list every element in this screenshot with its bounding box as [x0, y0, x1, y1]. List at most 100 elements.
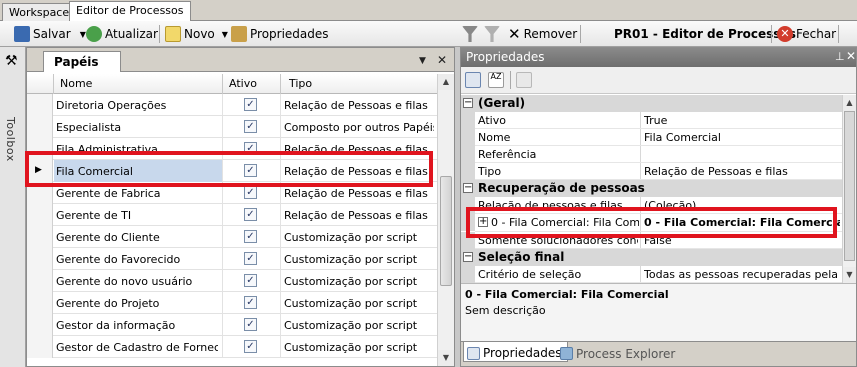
property-value[interactable]: Todas as pessoas recuperadas pela regra — [644, 268, 840, 281]
dropdown-arrow-icon[interactable]: ▼ — [222, 30, 228, 39]
close-button[interactable]: ✕ Fechar — [777, 25, 836, 43]
papeis-tabbar: Papéis ▼ ✕ — [27, 48, 454, 72]
property-value[interactable]: Fila Comercial — [644, 131, 840, 144]
ativo-checkbox[interactable]: ✓ — [244, 274, 257, 287]
ativo-checkbox[interactable]: ✓ — [244, 340, 257, 353]
ativo-checkbox[interactable]: ✓ — [244, 186, 257, 199]
scroll-thumb[interactable] — [440, 176, 452, 286]
ativo-checkbox[interactable]: ✓ — [244, 230, 257, 243]
cell-nome: Gerente do novo usuário — [56, 275, 193, 288]
cell-tipo: Relação de Pessoas e filas — [284, 99, 428, 112]
description-text: Sem descrição — [465, 304, 546, 317]
cell-tipo: Customização por script — [284, 319, 418, 332]
ativo-checkbox[interactable]: ✓ — [244, 296, 257, 309]
row-selector[interactable] — [27, 270, 53, 292]
highlight-box-property-item — [466, 207, 837, 238]
new-button[interactable]: Novo ▼ — [165, 25, 228, 43]
property-row[interactable]: Nome Fila Comercial — [461, 129, 842, 146]
cell-nome: Gerente do Cliente — [56, 231, 160, 244]
table-row[interactable]: Gerente do Projeto ✓ Customização por sc… — [27, 292, 437, 314]
toolbox-icon: ⚒ — [5, 53, 18, 69]
category-recuperacao[interactable]: − Recuperação de pessoas — [461, 180, 842, 197]
collapse-icon[interactable]: − — [463, 252, 473, 262]
close-label: Fechar — [796, 27, 837, 41]
table-row[interactable]: Gerente do Cliente ✓ Customização por sc… — [27, 226, 437, 248]
tab-workspace[interactable]: Workspace — [2, 3, 77, 21]
ativo-checkbox[interactable]: ✓ — [244, 208, 257, 221]
scroll-down-icon[interactable]: ▼ — [843, 267, 856, 283]
property-row[interactable]: Ativo True — [461, 112, 842, 129]
row-selector[interactable] — [27, 336, 53, 358]
property-value[interactable]: Relação de Pessoas e filas — [644, 165, 840, 178]
grid-header: Nome Ativo Tipo — [27, 74, 437, 94]
ativo-checkbox[interactable]: ✓ — [244, 318, 257, 331]
table-row[interactable]: Especialista ✓ Composto por outros Papéi… — [27, 116, 437, 138]
tab-papeis[interactable]: Papéis — [43, 51, 121, 72]
tab-editor-de-processos[interactable]: Editor de Processos — [69, 1, 191, 22]
papeis-panel: Papéis ▼ ✕ Nome Ativo Tipo Diretoria Ope… — [26, 47, 455, 367]
properties-title: Propriedades — [466, 50, 545, 64]
property-grid-scrollbar[interactable]: ▲ ▼ — [842, 95, 856, 283]
refresh-button[interactable]: Atualizar — [86, 25, 158, 43]
categorized-icon[interactable] — [465, 72, 481, 88]
row-selector[interactable] — [27, 204, 53, 226]
property-row[interactable]: Referência — [461, 146, 842, 163]
tab-propriedades[interactable]: Propriedades — [463, 342, 568, 362]
filter-button[interactable] — [462, 25, 478, 43]
ativo-checkbox[interactable]: ✓ — [244, 98, 257, 111]
dropdown-arrow-icon[interactable]: ▼ — [80, 30, 86, 39]
table-row[interactable]: Gestor da informação ✓ Customização por … — [27, 314, 437, 336]
property-row[interactable]: Critério de seleção Todas as pessoas rec… — [461, 266, 842, 283]
cell-nome: Especialista — [56, 121, 122, 134]
properties-button[interactable]: Propriedades — [231, 25, 329, 43]
papeis-scrollbar[interactable]: ▲ ▼ — [437, 74, 454, 366]
properties-toolbar: AZ — [461, 67, 856, 94]
filter-clear-button[interactable] — [484, 25, 500, 43]
property-value[interactable]: True — [644, 114, 840, 127]
scroll-thumb[interactable] — [844, 111, 855, 261]
close-icon[interactable]: ✕ — [846, 49, 856, 63]
collapse-icon[interactable]: − — [463, 98, 473, 108]
table-row[interactable]: Gerente do Favorecido ✓ Customização por… — [27, 248, 437, 270]
panel-close-icon[interactable]: ✕ — [437, 53, 447, 67]
property-pages-icon[interactable] — [516, 72, 532, 88]
tab-label: Propriedades — [483, 346, 562, 360]
table-row[interactable]: Diretoria Operações ✓ Relação de Pessoas… — [27, 94, 437, 116]
ativo-checkbox[interactable]: ✓ — [244, 120, 257, 133]
category-selecao[interactable]: − Seleção final — [461, 249, 842, 266]
sort-az-icon[interactable]: AZ — [488, 72, 504, 88]
row-selector[interactable] — [27, 116, 53, 138]
row-selector[interactable] — [27, 314, 53, 336]
remove-button[interactable]: ✕ Remover — [508, 25, 577, 43]
toolbox-tab[interactable]: ⚒ Toolbox — [0, 47, 26, 367]
pin-icon[interactable]: ⊥ — [835, 50, 845, 63]
cell-nome: Diretoria Operações — [56, 99, 167, 112]
row-selector[interactable] — [27, 94, 53, 116]
scroll-up-icon[interactable]: ▲ — [438, 74, 454, 90]
row-selector[interactable] — [27, 226, 53, 248]
cell-tipo: Customização por script — [284, 275, 418, 288]
panel-menu-icon[interactable]: ▼ — [419, 54, 426, 68]
ativo-checkbox[interactable]: ✓ — [244, 252, 257, 265]
table-row[interactable]: Gestor de Cadastro de Fornec... ✓ Custom… — [27, 336, 437, 358]
cell-nome: Gestor de Cadastro de Fornec... — [56, 341, 218, 354]
properties-label: Propriedades — [250, 27, 329, 41]
column-header-ativo[interactable]: Ativo — [229, 77, 257, 90]
property-row[interactable]: Tipo Relação de Pessoas e filas — [461, 163, 842, 180]
save-button[interactable]: Salvar ▼ — [14, 25, 86, 43]
toolbar-separator — [580, 25, 581, 43]
cell-tipo: Customização por script — [284, 297, 418, 310]
tab-process-explorer[interactable]: Process Explorer — [557, 342, 680, 362]
collapse-icon[interactable]: − — [463, 183, 473, 193]
table-row[interactable]: Gerente de TI ✓ Relação de Pessoas e fil… — [27, 204, 437, 226]
category-geral[interactable]: − (Geral) — [461, 95, 842, 112]
toolbar: Salvar ▼ Atualizar Novo ▼ Propriedades ✕… — [0, 21, 857, 47]
row-selector[interactable] — [27, 248, 53, 270]
column-header-tipo[interactable]: Tipo — [289, 77, 312, 90]
table-row[interactable]: Gerente do novo usuário ✓ Customização p… — [27, 270, 437, 292]
scroll-up-icon[interactable]: ▲ — [843, 95, 856, 111]
scroll-down-icon[interactable]: ▼ — [438, 350, 454, 366]
column-header-nome[interactable]: Nome — [60, 77, 92, 90]
row-selector[interactable] — [27, 292, 53, 314]
category-label: Seleção final — [478, 250, 565, 264]
